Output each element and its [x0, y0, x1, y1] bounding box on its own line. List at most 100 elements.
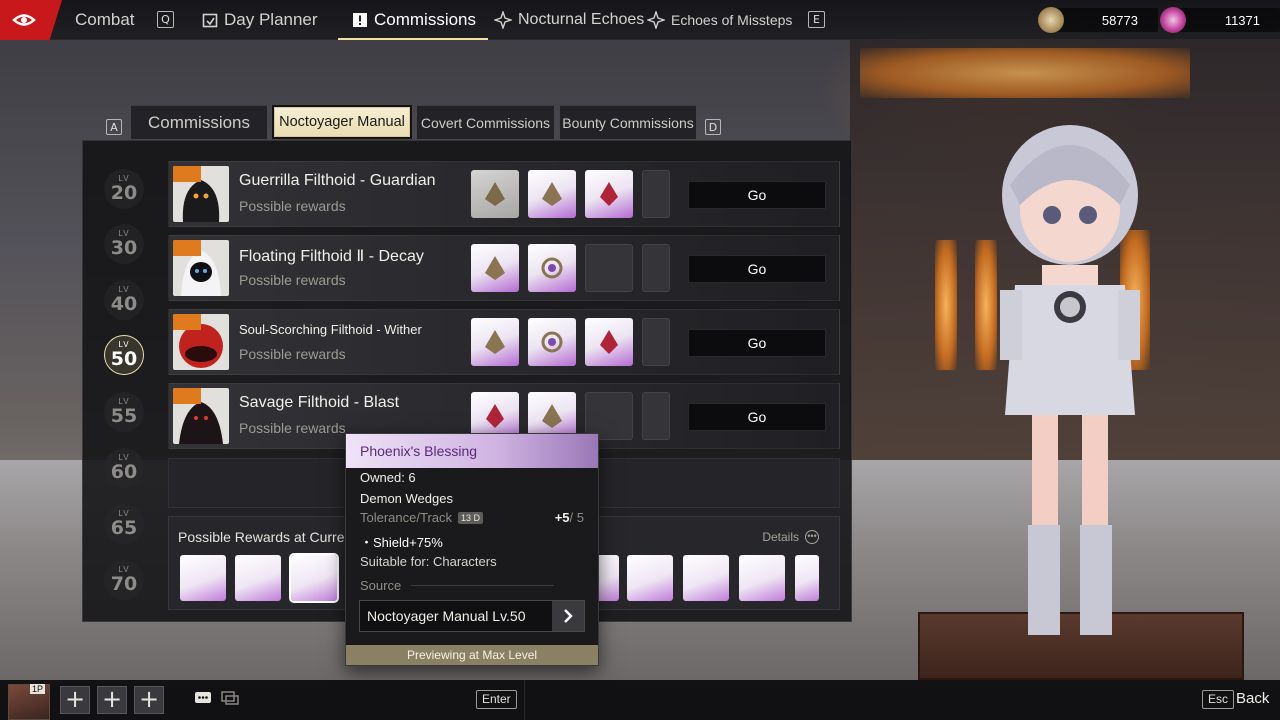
- source-link-button[interactable]: Noctoyager Manual Lv.50: [359, 600, 585, 632]
- message-log-icon[interactable]: [221, 690, 239, 706]
- level-marker[interactable]: LV 55: [104, 392, 144, 432]
- add-party-member-button[interactable]: +: [60, 686, 90, 714]
- enemy-name: Floating Filthoid Ⅱ - Decay: [239, 248, 424, 265]
- background-window: [935, 240, 957, 370]
- nav-day-planner-label: Day Planner: [224, 10, 318, 29]
- planner-icon: [202, 13, 218, 28]
- level-number: 55: [110, 405, 138, 427]
- tab-commissions-label: Commissions: [147, 112, 251, 132]
- reward-item-slot-selected[interactable]: [289, 553, 339, 603]
- demon-wedge-icon: [485, 330, 505, 354]
- tooltip-owned: Owned: 6: [360, 470, 416, 485]
- add-party-member-button[interactable]: +: [134, 686, 164, 714]
- enemy-portrait: [173, 240, 229, 296]
- level-marker[interactable]: LV 60: [104, 448, 144, 488]
- nav-commissions[interactable]: Commissions: [338, 0, 489, 40]
- details-label: Details: [762, 530, 799, 544]
- go-button[interactable]: Go: [688, 255, 826, 283]
- tab-noctoyager-manual[interactable]: Noctoyager Manual: [272, 105, 412, 139]
- reward-item-slot[interactable]: [180, 555, 226, 601]
- compass-star-icon: [647, 11, 665, 29]
- reward-item-slot[interactable]: [739, 555, 785, 601]
- eye-logo-icon: [12, 14, 36, 26]
- tooltip-tolerance: Tolerance/Track 13 D: [360, 510, 484, 525]
- tab-covert-commissions[interactable]: Covert Commissions: [417, 105, 554, 139]
- key-hint-esc: Esc: [1202, 690, 1235, 709]
- compass-star-icon: [494, 11, 512, 29]
- demon-wedge-icon: [600, 182, 618, 206]
- level-marker[interactable]: LV 65: [104, 504, 144, 544]
- demon-wedge-icon: [486, 404, 504, 428]
- source-link-label: Noctoyager Manual Lv.50: [367, 608, 526, 624]
- currency-coins-value: 58773: [1101, 12, 1138, 28]
- enemy-portrait: [173, 388, 229, 444]
- reward-slot[interactable]: [585, 318, 633, 366]
- item-tooltip: Phoenix's Blessing Owned: 6 Demon Wedges…: [345, 433, 599, 666]
- possible-rewards-label: Possible rewards: [239, 198, 346, 214]
- tolerance-value: +5/ 5: [555, 510, 584, 525]
- go-button[interactable]: Go: [688, 181, 826, 209]
- go-button[interactable]: Go: [688, 403, 826, 431]
- reward-item-slot[interactable]: [795, 555, 819, 601]
- level-marker[interactable]: LV 20: [104, 169, 144, 209]
- tolerance-max: / 5: [569, 510, 584, 525]
- reward-item-slot[interactable]: [235, 555, 281, 601]
- key-hint-a: A: [106, 119, 122, 135]
- currency-crystals[interactable]: 11371: [1172, 8, 1280, 32]
- reward-slot-empty: [585, 244, 633, 292]
- nav-day-planner[interactable]: Day Planner: [202, 0, 318, 40]
- nav-nocturnal-echoes[interactable]: Nocturnal Echoes: [494, 0, 644, 40]
- possible-rewards-title: Possible Rewards at Curren: [178, 529, 348, 545]
- demon-wedge-icon: [485, 182, 505, 206]
- back-button[interactable]: Back: [1236, 690, 1269, 707]
- reward-slot[interactable]: [471, 244, 519, 292]
- enemy-name: Savage Filthoid - Blast: [239, 394, 400, 411]
- tooltip-title: Phoenix's Blessing: [346, 434, 598, 468]
- level-number: 40: [110, 293, 138, 315]
- reward-slot[interactable]: [471, 318, 519, 366]
- key-hint-d: D: [705, 119, 721, 135]
- tab-covert-commissions-label: Covert Commissions: [420, 114, 551, 131]
- demon-wedge-icon: [542, 182, 562, 206]
- currency-coins[interactable]: 58773: [1050, 8, 1158, 32]
- tooltip-source-label: Source: [360, 578, 554, 593]
- level-marker[interactable]: LV 30: [104, 224, 144, 264]
- more-dots-icon: •••: [805, 530, 819, 544]
- possible-rewards-label: Possible rewards: [239, 346, 346, 362]
- level-marker-active[interactable]: LV 50: [104, 335, 144, 375]
- go-button[interactable]: Go: [688, 329, 826, 357]
- add-party-member-button[interactable]: +: [97, 686, 127, 714]
- tab-bounty-commissions[interactable]: Bounty Commissions: [560, 105, 696, 139]
- elite-badge-icon: [173, 388, 201, 404]
- bottom-divider: [524, 680, 525, 720]
- commission-row[interactable]: Soul-Scorching Filthoid - Wither Possibl…: [168, 309, 840, 375]
- commission-row[interactable]: Floating Filthoid Ⅱ - Decay Possible rew…: [168, 235, 840, 301]
- reward-slot[interactable]: [471, 170, 519, 218]
- level-number: 20: [110, 182, 138, 204]
- details-button[interactable]: Details •••: [762, 530, 819, 544]
- enemy-portrait: [173, 166, 229, 222]
- level-marker[interactable]: LV 70: [104, 560, 144, 600]
- level-marker[interactable]: LV 40: [104, 280, 144, 320]
- enemy-name: Guerrilla Filthoid - Guardian: [239, 172, 436, 189]
- chat-bubble-icon[interactable]: [194, 690, 212, 706]
- reward-item-slot[interactable]: [683, 555, 729, 601]
- tab-commissions[interactable]: Commissions: [131, 105, 267, 139]
- chevron-right-icon: [552, 601, 584, 631]
- commission-row[interactable]: Guerrilla Filthoid - Guardian Possible r…: [168, 161, 840, 227]
- reward-slot[interactable]: [585, 170, 633, 218]
- currency-crystals-value: 11371: [1224, 12, 1260, 28]
- nav-commissions-label: Commissions: [374, 10, 477, 29]
- nav-combat[interactable]: Combat: [75, 0, 135, 40]
- reward-slot[interactable]: [528, 170, 576, 218]
- nav-echoes-of-missteps[interactable]: Echoes of Missteps: [647, 0, 792, 40]
- level-number: 70: [110, 573, 138, 595]
- reward-item-slot[interactable]: [627, 555, 673, 601]
- level-number: 60: [110, 461, 138, 483]
- level-number: 65: [110, 517, 138, 539]
- tooltip-suitable: Suitable for: Characters: [360, 554, 497, 569]
- reward-slot[interactable]: [528, 244, 576, 292]
- reward-slot-empty: [642, 244, 670, 292]
- possible-rewards-label: Possible rewards: [239, 272, 346, 288]
- reward-slot[interactable]: [528, 318, 576, 366]
